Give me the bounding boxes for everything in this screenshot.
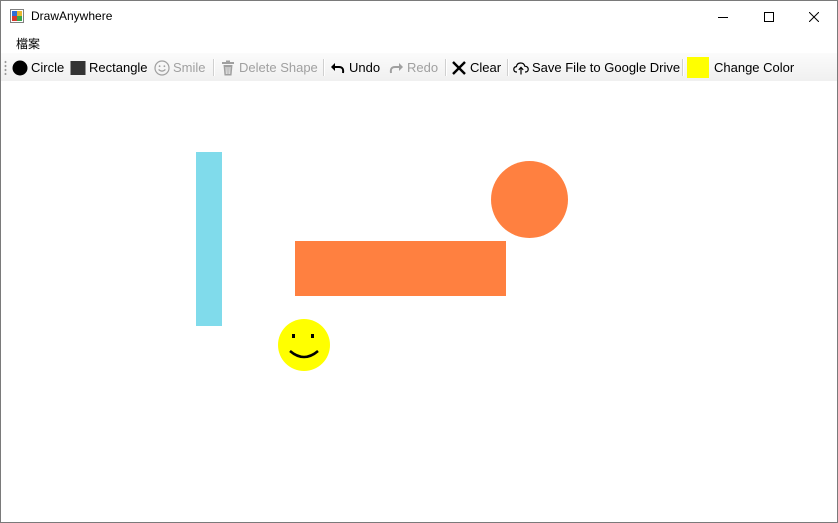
window-title: DrawAnywhere — [31, 9, 113, 23]
toolbar: Circle Rectangle Smile Delete Shape Undo… — [1, 53, 837, 81]
minimize-icon — [718, 12, 728, 22]
smiley-face-icon — [278, 319, 330, 371]
smile-icon — [154, 59, 170, 76]
redo-icon — [388, 60, 404, 76]
rectangle-button-label: Rectangle — [89, 60, 148, 75]
minimize-control[interactable] — [700, 1, 746, 32]
undo-icon — [330, 60, 346, 76]
rectangle-button[interactable]: Rectangle — [70, 57, 148, 78]
color-swatch — [687, 57, 709, 78]
circle-button[interactable]: Circle — [12, 57, 64, 78]
change-color-button[interactable]: Change Color — [687, 57, 794, 78]
rectangle-icon — [70, 60, 86, 76]
save-google-drive-button-label: Save File to Google Drive — [532, 60, 681, 75]
smile-button[interactable]: Smile — [154, 57, 206, 78]
close-icon — [809, 11, 819, 22]
circle-icon — [12, 60, 28, 76]
undo-button[interactable]: Undo — [330, 57, 380, 78]
rectangle-shape[interactable] — [295, 241, 506, 296]
menu-bar: 檔案 — [1, 32, 837, 53]
trash-icon — [220, 60, 236, 76]
clear-button-label: Clear — [470, 60, 502, 75]
maximize-control[interactable] — [746, 1, 792, 32]
change-color-button-label: Change Color — [714, 60, 795, 75]
close-control[interactable] — [791, 1, 837, 32]
toolbar-separator — [507, 59, 509, 76]
app-window: DrawAnywhere 檔案 Circle Rectangle Smile D… — [0, 0, 838, 523]
delete-shape-button-label: Delete Shape — [239, 60, 318, 75]
circle-shape[interactable] — [491, 161, 568, 238]
smile-shape[interactable] — [277, 318, 331, 372]
rectangle-shape[interactable] — [196, 152, 222, 326]
cloud-upload-icon — [513, 60, 529, 76]
maximize-icon — [764, 11, 774, 22]
smile-button-label: Smile — [173, 60, 206, 75]
toolbar-separator — [682, 59, 684, 76]
toolbar-separator — [445, 59, 447, 76]
drawing-canvas[interactable] — [1, 81, 837, 522]
menu-file[interactable]: 檔案 — [10, 35, 46, 52]
clear-x-icon — [451, 60, 467, 76]
circle-button-label: Circle — [31, 60, 65, 75]
toolbar-separator — [323, 59, 325, 76]
app-icon — [10, 9, 24, 23]
redo-button-label: Redo — [407, 60, 439, 75]
undo-button-label: Undo — [349, 60, 381, 75]
toolbar-grip[interactable] — [4, 60, 7, 75]
save-google-drive-button[interactable]: Save File to Google Drive — [513, 57, 680, 78]
delete-shape-button[interactable]: Delete Shape — [220, 57, 318, 78]
clear-button[interactable]: Clear — [451, 57, 501, 78]
redo-button[interactable]: Redo — [388, 57, 438, 78]
toolbar-separator — [213, 59, 215, 76]
